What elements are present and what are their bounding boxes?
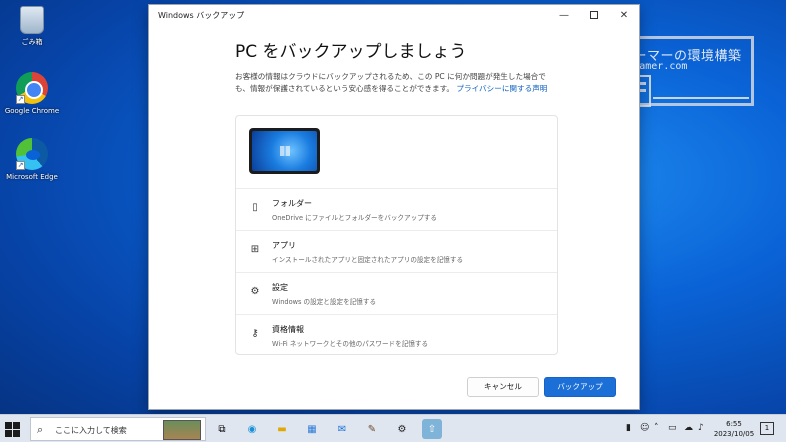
minimize-button[interactable]: — [549,5,579,25]
notification-center-button[interactable]: 1 [760,422,774,435]
clock-date: 2023/10/05 [713,430,755,438]
backup-window: Windows バックアップ — ✕ PC をバックアップしましょう お客様の情… [148,4,640,410]
device-illustration [249,128,320,174]
desktop-icon-label: ごみ箱 [21,38,43,46]
taskbar: ⌕ ここに入力して検索 ⧉ ◉ ▬ ▦ ✉ ✎ ⚙ ⇧ ▮ ☺ ˄ ▭ ☁ ♪ … [0,414,786,442]
chrome-icon: ↗ [16,72,48,104]
title-bar[interactable]: Windows バックアップ — ✕ [149,5,639,25]
search-highlight-image [163,420,201,440]
backup-app-taskbar-icon[interactable]: ⇧ [422,419,442,439]
backup-item-folders[interactable]: ▯ フォルダー OneDrive にファイルとフォルダーをバックアップする [236,188,557,230]
backup-item-title: 設定 [272,283,288,292]
desktop-icon-edge[interactable]: ↗ Microsoft Edge [4,138,60,181]
window-title: Windows バックアップ [158,11,245,20]
maximize-icon [590,11,598,19]
description-text: お客様の情報はクラウドにバックアップされるため、この PC に何か問題が発生した… [235,71,555,95]
backup-options-card: ▯ フォルダー OneDrive にファイルとフォルダーをバックアップする ⊞ … [235,115,558,355]
folder-icon: ▯ [252,202,258,213]
backup-item-subtitle: OneDrive にファイルとフォルダーをバックアップする [272,214,437,222]
battery-icon[interactable]: ▮ [626,423,631,433]
taskbar-search-box[interactable]: ⌕ ここに入力して検索 [30,417,206,441]
search-placeholder: ここに入力して検索 [55,426,127,435]
settings-taskbar-icon[interactable]: ⚙ [392,419,412,439]
desktop-icon-recycle-bin[interactable]: ごみ箱 [4,6,60,47]
clock-time: 6:55 [726,420,742,428]
onedrive-icon[interactable]: ☁ [684,423,693,433]
notification-count: 1 [764,424,770,432]
task-view-icon[interactable]: ⧉ [212,419,232,439]
desktop-icon-label: Google Chrome [4,107,60,115]
backup-item-title: アプリ [272,241,296,250]
backup-item-subtitle: インストールされたアプリと固定されたアプリの設定を記憶する [272,256,464,264]
start-button[interactable] [4,421,22,437]
people-icon[interactable]: ☺ [640,423,649,433]
clock[interactable]: 6:55 2023/10/05 [712,419,756,439]
windows-logo-icon [5,422,12,429]
chevron-up-icon[interactable]: ˄ [654,423,659,433]
volume-icon[interactable]: ♪ [698,423,704,433]
backup-item-title: フォルダー [272,199,312,208]
desktop-icon-chrome[interactable]: ↗ Google Chrome [4,72,60,115]
file-explorer-icon[interactable]: ▬ [272,419,292,439]
backup-item-subtitle: Wi-Fi ネットワークとその他のパスワードを記憶する [272,340,429,348]
minimize-icon: — [559,9,569,21]
page-title: PC をバックアップしましょう [235,42,467,62]
backup-item-subtitle: Windows の設定と設定を記憶する [272,298,377,306]
gear-icon: ⚙ [250,286,260,297]
search-icon: ⌕ [37,423,44,436]
edge-taskbar-icon[interactable]: ◉ [242,419,262,439]
privacy-link[interactable]: プライバシーに関する声明 [456,84,547,93]
backup-item-settings[interactable]: ⚙ 設定 Windows の設定と設定を記憶する [236,272,557,314]
mail-icon[interactable]: ✉ [332,419,352,439]
apps-icon: ⊞ [250,244,260,255]
watermark-line [653,97,749,99]
backup-item-title: 資格情報 [272,325,304,334]
paint-icon[interactable]: ✎ [362,419,382,439]
backup-item-apps[interactable]: ⊞ アプリ インストールされたアプリと固定されたアプリの設定を記憶する [236,230,557,272]
backup-item-credentials[interactable]: ⚷ 資格情報 Wi-Fi ネットワークとその他のパスワードを記憶する [236,314,557,356]
desktop-icon-label: Microsoft Edge [6,173,58,181]
edge-icon: ↗ [16,138,48,170]
backup-button[interactable]: バックアップ [544,377,616,397]
recycle-bin-icon [20,6,44,34]
key-icon: ⚷ [251,328,259,339]
maximize-button[interactable] [579,5,609,25]
close-icon: ✕ [619,9,629,21]
cancel-button[interactable]: キャンセル [467,377,539,397]
store-icon[interactable]: ▦ [302,419,322,439]
close-button[interactable]: ✕ [609,5,639,25]
network-icon[interactable]: ▭ [668,423,677,433]
